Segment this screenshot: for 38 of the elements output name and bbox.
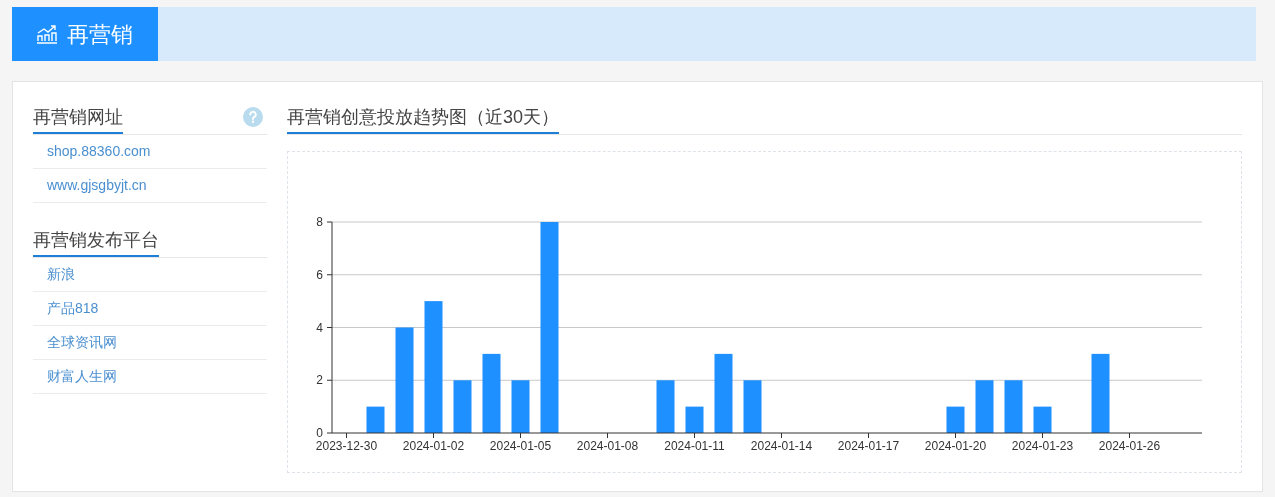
bar [366, 406, 385, 433]
x-tick-label: 2024-01-05 [489, 439, 552, 453]
x-tick-label: 2023-12-30 [315, 439, 378, 453]
sidebar-link[interactable]: shop.88360.com [47, 141, 151, 162]
y-tick-label: 8 [316, 215, 323, 229]
sidebar-link[interactable]: 产品818 [47, 298, 99, 319]
bar [1033, 406, 1052, 433]
sidebar-link[interactable]: www.gjsgbyjt.cn [47, 175, 147, 196]
sidebar-link[interactable]: 全球资讯网 [47, 332, 117, 353]
sidebar-link[interactable]: 新浪 [47, 264, 75, 285]
x-tick-label: 2024-01-02 [402, 439, 465, 453]
bar [511, 380, 530, 433]
y-tick-label: 0 [316, 426, 323, 440]
bar [946, 406, 965, 433]
x-tick-label: 2024-01-20 [924, 439, 987, 453]
x-tick-label: 2024-01-14 [750, 439, 813, 453]
bar [1004, 380, 1023, 433]
x-tick-label: 2024-01-08 [576, 439, 639, 453]
bar [685, 406, 704, 433]
y-tick-label: 4 [316, 320, 323, 335]
chart-icon [35, 24, 59, 44]
chart-title: 再营销创意投放趋势图（近30天） [287, 100, 560, 134]
x-tick-label: 2024-01-23 [1011, 439, 1074, 453]
x-tick-label: 2024-01-11 [664, 439, 725, 453]
y-tick-label: 6 [316, 267, 323, 282]
x-tick-label: 2024-01-26 [1098, 439, 1161, 453]
bar [743, 380, 762, 433]
header-tab[interactable]: 再营销 [12, 7, 158, 61]
header-title: 再营销 [67, 20, 133, 49]
sidebar-link[interactable]: 财富人生网 [47, 366, 117, 387]
bar [975, 380, 994, 433]
y-tick-label: 2 [316, 373, 323, 388]
help-icon[interactable] [243, 107, 263, 127]
bar [656, 380, 675, 433]
section-title: 再营销网址 [33, 100, 123, 134]
bar [453, 380, 472, 433]
x-tick-label: 2024-01-17 [837, 439, 900, 453]
section-title: 再营销发布平台 [33, 223, 159, 257]
